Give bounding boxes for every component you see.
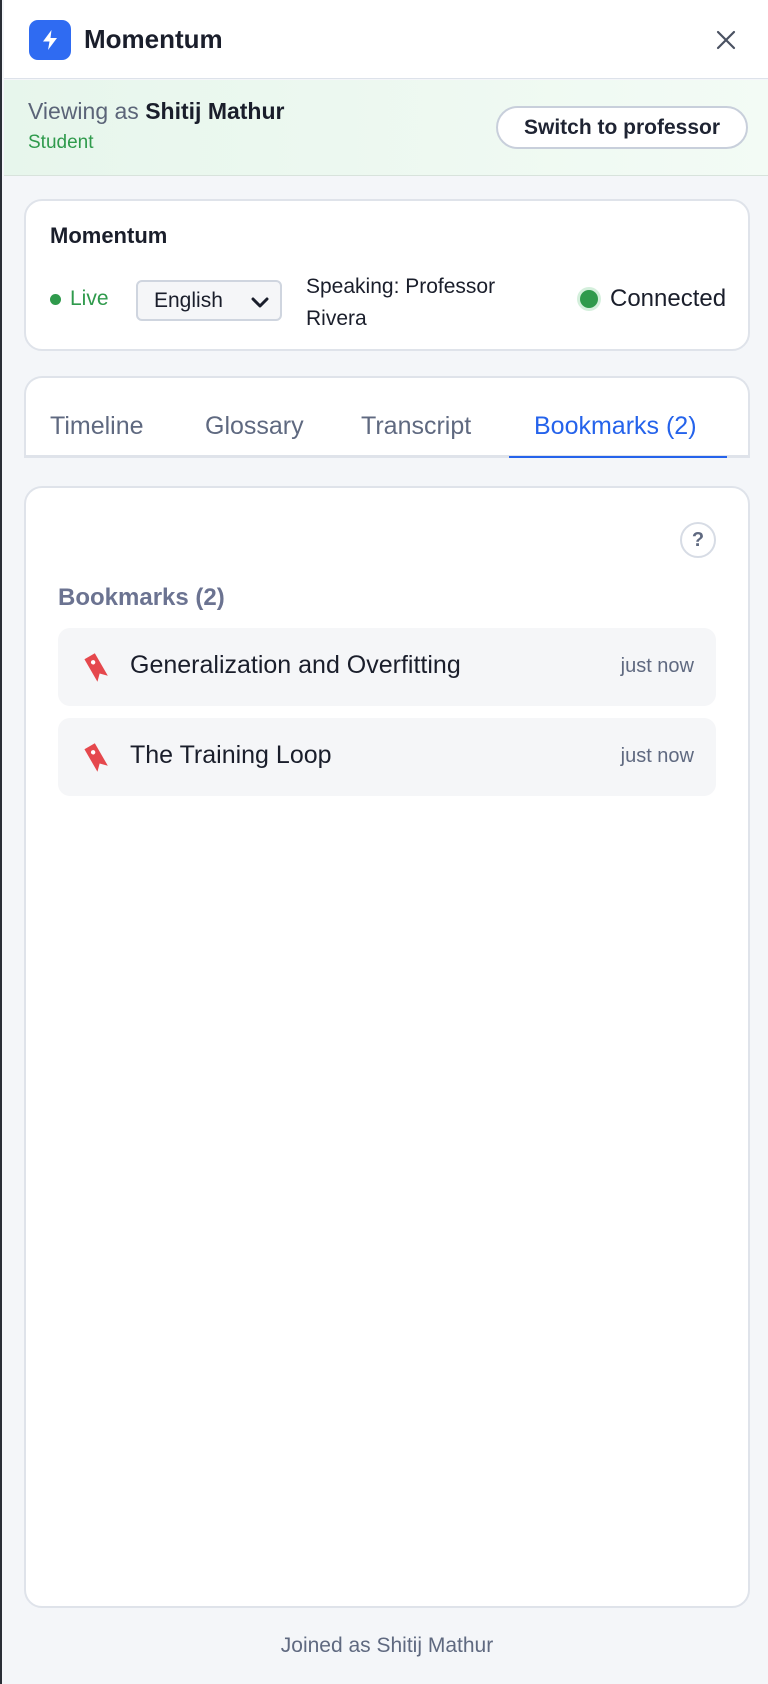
top-bar: Momentum [4,0,768,79]
live-indicator: Live [50,287,109,311]
language-select[interactable]: English [136,280,282,321]
joined-as-footer: Joined as Shitij Mathur [280,1634,494,1657]
help-button[interactable]: ? [680,522,716,558]
bookmark-time: just now [620,745,694,767]
bookmark-title: The Training Loop [130,741,332,769]
session-title: Momentum [50,223,168,248]
lightning-bolt-icon [29,20,71,60]
bookmark-icon [84,653,108,682]
language-value: English [154,288,223,312]
bookmark-item[interactable]: The Training Loop just now [58,718,716,796]
switch-to-professor-button[interactable]: Switch to professor [496,106,748,149]
app-title: Momentum [84,24,223,54]
tab-bar: Timeline Glossary Transcript Bookmarks (… [24,376,750,458]
role-label: Student [28,132,94,153]
live-label: Live [70,287,109,310]
bookmark-title: Generalization and Overfitting [130,651,461,679]
connection-dot-icon [580,290,598,308]
viewing-prefix: Viewing as [28,98,139,124]
chevron-down-icon [251,297,269,308]
bookmarks-heading: Bookmarks (2) [58,584,225,611]
tab-timeline[interactable]: Timeline [50,412,144,441]
close-icon [716,30,736,50]
bookmarks-panel: ? Bookmarks (2) Generalization and Overf… [24,486,750,1608]
app-window: Momentum Viewing as Shitij Mathur Studen… [0,0,768,1684]
tab-bookmarks[interactable]: Bookmarks (2) [534,412,697,441]
speaking-indicator: Speaking: Professor Rivera [306,275,496,330]
bookmark-time: just now [620,655,694,677]
active-tab-underline [509,456,727,458]
viewing-as-line: Viewing as Shitij Mathur [28,98,284,125]
tab-glossary[interactable]: Glossary [205,412,304,441]
connection-status: Connected [580,285,726,313]
bookmark-icon [84,743,108,772]
connection-label: Connected [610,285,727,312]
session-card: Momentum Live English Speaking: Professo… [24,199,750,351]
viewing-user-name: Shitij Mathur [145,98,285,124]
close-button[interactable] [710,24,742,56]
live-dot-icon [50,293,61,305]
bookmark-item[interactable]: Generalization and Overfitting just now [58,628,716,706]
tab-transcript[interactable]: Transcript [361,412,471,441]
role-banner: Viewing as Shitij Mathur Student Switch … [4,80,768,176]
